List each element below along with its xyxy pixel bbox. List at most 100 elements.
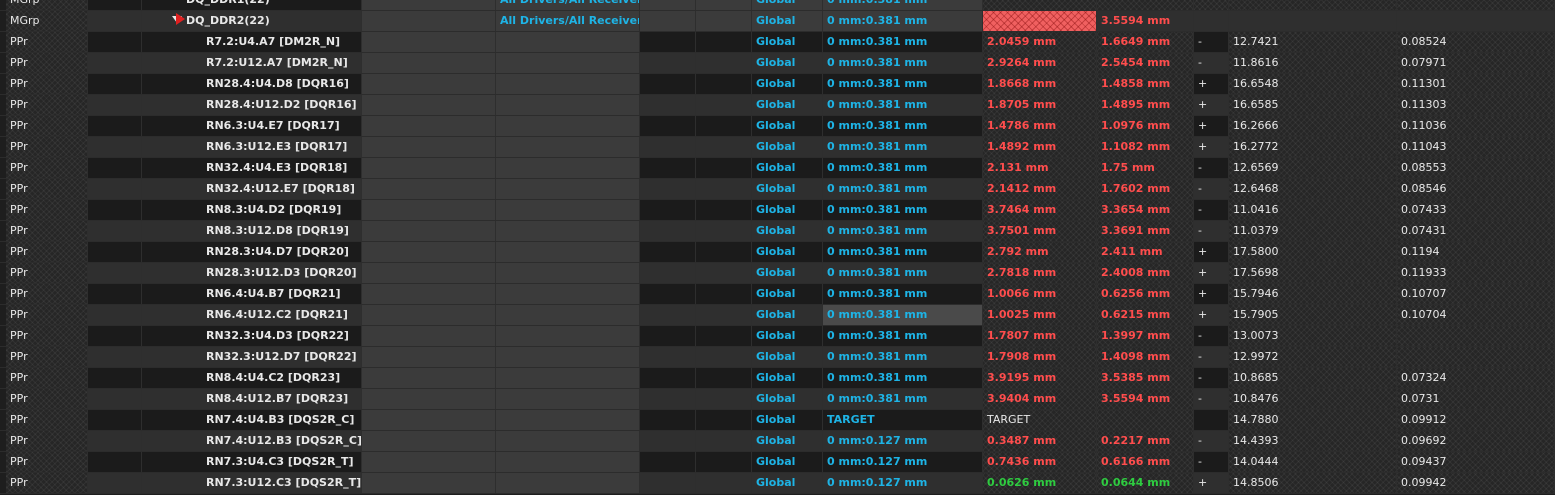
pin-pairs-cell[interactable]: Global <box>752 305 823 325</box>
pin-pairs-cell[interactable]: Global <box>752 179 823 199</box>
tolerance-cell[interactable]: 0 mm:0.381 mm <box>823 116 983 136</box>
pin-pairs-cell[interactable]: Global <box>752 74 823 94</box>
pin-pair-name[interactable]: RN8.3:U12.D8 [DQR19] <box>142 221 362 241</box>
scope-cell[interactable]: All Drivers/All Receivers <box>496 11 640 31</box>
table-row[interactable]: PPr RN7.3:U4.C3 [DQS2R_T] Global 0 mm:0.127… <box>0 452 1555 473</box>
tolerance-cell[interactable]: 0 mm:0.381 mm <box>823 0 983 10</box>
tolerance-cell[interactable]: 0 mm:0.381 mm <box>823 263 983 283</box>
pin-pair-name[interactable]: RN7.4:U12.B3 [DQS2R_C] <box>142 431 362 451</box>
table-row[interactable]: PPr RN32.3:U12.D7 [DQR22] Global 0 mm:0.381… <box>0 347 1555 368</box>
pin-pair-name[interactable]: RN32.4:U12.E7 [DQR18] <box>142 179 362 199</box>
pin-pairs-cell[interactable]: Global <box>752 11 823 31</box>
empty-cell <box>496 347 640 367</box>
pin-pairs-cell[interactable]: Global <box>752 116 823 136</box>
pin-pairs-cell[interactable]: Global <box>752 326 823 346</box>
tolerance-cell[interactable]: 0 mm:0.381 mm <box>823 179 983 199</box>
tolerance-cell[interactable]: 0 mm:0.381 mm <box>823 95 983 115</box>
table-row[interactable]: PPr RN8.4:U4.C2 [DQR23] Global 0 mm:0.381 m… <box>0 368 1555 389</box>
pin-pair-name[interactable]: RN8.4:U4.C2 [DQR23] <box>142 368 362 388</box>
tolerance-cell[interactable]: 0 mm:0.381 mm <box>823 284 983 304</box>
pin-pair-name[interactable]: RN6.4:U4.B7 [DQR21] <box>142 284 362 304</box>
tolerance-cell[interactable]: 0 mm:0.381 mm <box>823 200 983 220</box>
pin-pair-name[interactable]: RN8.4:U12.B7 [DQR23] <box>142 389 362 409</box>
pin-pair-name[interactable]: R7.2:U12.A7 [DM2R_N] <box>142 53 362 73</box>
tolerance-cell[interactable]: 0 mm:0.381 mm <box>823 221 983 241</box>
pin-pair-name[interactable]: RN28.4:U12.D2 [DQR16] <box>142 95 362 115</box>
table-row[interactable]: PPr RN7.3:U12.C3 [DQS2R_T] Global 0 mm:0.12… <box>0 473 1555 494</box>
pin-pairs-cell[interactable]: Global <box>752 410 823 430</box>
tolerance-cell[interactable]: 0 mm:0.381 mm <box>823 11 983 31</box>
table-row[interactable]: PPr RN6.3:U12.E3 [DQR17] Global 0 mm:0.381 … <box>0 137 1555 158</box>
pin-pairs-cell[interactable]: Global <box>752 95 823 115</box>
pin-pairs-cell[interactable]: Global <box>752 347 823 367</box>
pin-pair-name[interactable]: RN32.3:U4.D3 [DQR22] <box>142 326 362 346</box>
pin-pair-name[interactable]: RN28.3:U12.D3 [DQR20] <box>142 263 362 283</box>
pin-pair-name[interactable]: RN32.3:U12.D7 [DQR22] <box>142 347 362 367</box>
pin-pairs-cell[interactable]: Global <box>752 242 823 262</box>
table-row[interactable]: PPr RN8.3:U12.D8 [DQR19] Global 0 mm:0.381 … <box>0 221 1555 242</box>
pin-pairs-cell[interactable]: Global <box>752 452 823 472</box>
pin-pairs-cell[interactable]: Global <box>752 32 823 52</box>
pin-pairs-cell[interactable]: Global <box>752 221 823 241</box>
pin-pairs-cell[interactable]: Global <box>752 368 823 388</box>
table-row[interactable]: PPr RN28.4:U12.D2 [DQR16] Global 0 mm:0.381… <box>0 95 1555 116</box>
pin-pairs-cell[interactable]: Global <box>752 263 823 283</box>
table-row[interactable]: PPr RN6.4:U12.C2 [DQR21] Global 0 mm:0.381 … <box>0 305 1555 326</box>
table-row[interactable]: PPr RN6.3:U4.E7 [DQR17] Global 0 mm:0.381 m… <box>0 116 1555 137</box>
tolerance-cell[interactable]: 0 mm:0.381 mm <box>823 32 983 52</box>
table-row[interactable]: PPr RN32.4:U4.E3 [DQR18] Global 0 mm:0.381 … <box>0 158 1555 179</box>
table-row[interactable]: PPr RN28.3:U12.D3 [DQR20] Global 0 mm:0.381… <box>0 263 1555 284</box>
pin-pairs-cell[interactable]: Global <box>752 0 823 10</box>
group-row-ddr1[interactable]: MGrp DQ_DDR1(22) All Drivers/All Receive… <box>0 0 1555 11</box>
table-row[interactable]: PPr RN8.3:U4.D2 [DQR19] Global 0 mm:0.381 m… <box>0 200 1555 221</box>
table-row[interactable]: PPr RN32.4:U12.E7 [DQR18] Global 0 mm:0.381… <box>0 179 1555 200</box>
pin-pairs-cell[interactable]: Global <box>752 53 823 73</box>
pin-pair-name[interactable]: RN7.4:U4.B3 [DQS2R_C] <box>142 410 362 430</box>
tolerance-cell[interactable]: TARGET <box>823 410 983 430</box>
tolerance-cell[interactable]: 0 mm:0.127 mm <box>823 452 983 472</box>
pin-pair-name[interactable]: RN6.3:U12.E3 [DQR17] <box>142 137 362 157</box>
pin-pair-name[interactable]: RN6.3:U4.E7 [DQR17] <box>142 116 362 136</box>
scope-cell[interactable]: All Drivers/All Receivers <box>496 0 640 10</box>
pin-pair-name[interactable]: RN7.3:U4.C3 [DQS2R_T] <box>142 452 362 472</box>
table-row[interactable]: PPr RN32.3:U4.D3 [DQR22] Global 0 mm:0.381 … <box>0 326 1555 347</box>
tolerance-cell[interactable]: 0 mm:0.381 mm <box>823 74 983 94</box>
pin-pairs-cell[interactable]: Global <box>752 473 823 493</box>
tolerance-cell[interactable]: 0 mm:0.381 mm <box>823 158 983 178</box>
table-row[interactable]: PPr RN28.3:U4.D7 [DQR20] Global 0 mm:0.381 … <box>0 242 1555 263</box>
tolerance-cell[interactable]: 0 mm:0.127 mm <box>823 431 983 451</box>
table-row[interactable]: PPr R7.2:U4.A7 [DM2R_N] Global 0 mm:0.381 m… <box>0 32 1555 53</box>
tolerance-cell[interactable]: 0 mm:0.381 mm <box>823 389 983 409</box>
tolerance-cell[interactable]: 0 mm:0.381 mm <box>823 242 983 262</box>
table-row[interactable]: PPr RN8.4:U12.B7 [DQR23] Global 0 mm:0.381 … <box>0 389 1555 410</box>
tolerance-cell[interactable]: 0 mm:0.381 mm <box>823 326 983 346</box>
delay-ns-cell: 0.08546 <box>1397 179 1555 199</box>
tolerance-cell[interactable]: 0 mm:0.381 mm <box>823 347 983 367</box>
table-row[interactable]: PPr RN7.4:U4.B3 [DQS2R_C] Global TARGET TARG… <box>0 410 1555 431</box>
pin-pairs-cell[interactable]: Global <box>752 158 823 178</box>
pin-pair-name[interactable]: RN28.3:U4.D7 [DQR20] <box>142 242 362 262</box>
pin-pairs-cell[interactable]: Global <box>752 200 823 220</box>
pin-pairs-cell[interactable]: Global <box>752 431 823 451</box>
group-row-ddr2[interactable]: MGrp DQ_DDR2(22) All Drivers/All Receive… <box>0 11 1555 32</box>
pin-pair-name[interactable]: RN32.4:U4.E3 [DQR18] <box>142 158 362 178</box>
tolerance-cell[interactable]: 0 mm:0.381 mm <box>823 305 983 325</box>
tolerance-cell[interactable]: 0 mm:0.381 mm <box>823 137 983 157</box>
tolerance-cell[interactable]: 0 mm:0.381 mm <box>823 53 983 73</box>
pin-pairs-cell[interactable]: Global <box>752 137 823 157</box>
table-row[interactable]: PPr RN28.4:U4.D8 [DQR16] Global 0 mm:0.381 … <box>0 74 1555 95</box>
tolerance-cell[interactable]: 0 mm:0.127 mm <box>823 473 983 493</box>
pin-pair-name[interactable]: RN6.4:U12.C2 [DQR21] <box>142 305 362 325</box>
tolerance-cell[interactable]: 0 mm:0.381 mm <box>823 368 983 388</box>
pin-pairs-cell[interactable]: Global <box>752 284 823 304</box>
pin-pair-name[interactable]: RN8.3:U4.D2 [DQR19] <box>142 200 362 220</box>
pin-pair-name[interactable]: RN28.4:U4.D8 [DQR16] <box>142 74 362 94</box>
table-row[interactable]: PPr RN6.4:U4.B7 [DQR21] Global 0 mm:0.381 m… <box>0 284 1555 305</box>
table-row[interactable]: PPr RN7.4:U12.B3 [DQS2R_C] Global 0 mm:0.12… <box>0 431 1555 452</box>
pin-pairs-cell[interactable]: Global <box>752 389 823 409</box>
pin-pair-name[interactable]: R7.2:U4.A7 [DM2R_N] <box>142 32 362 52</box>
table-row[interactable]: PPr R7.2:U12.A7 [DM2R_N] Global 0 mm:0.381 … <box>0 53 1555 74</box>
pin-pair-name[interactable]: RN7.3:U12.C3 [DQS2R_T] <box>142 473 362 493</box>
row-type: PPr <box>6 263 88 283</box>
group-name[interactable]: DQ_DDR1(22) <box>142 0 362 10</box>
